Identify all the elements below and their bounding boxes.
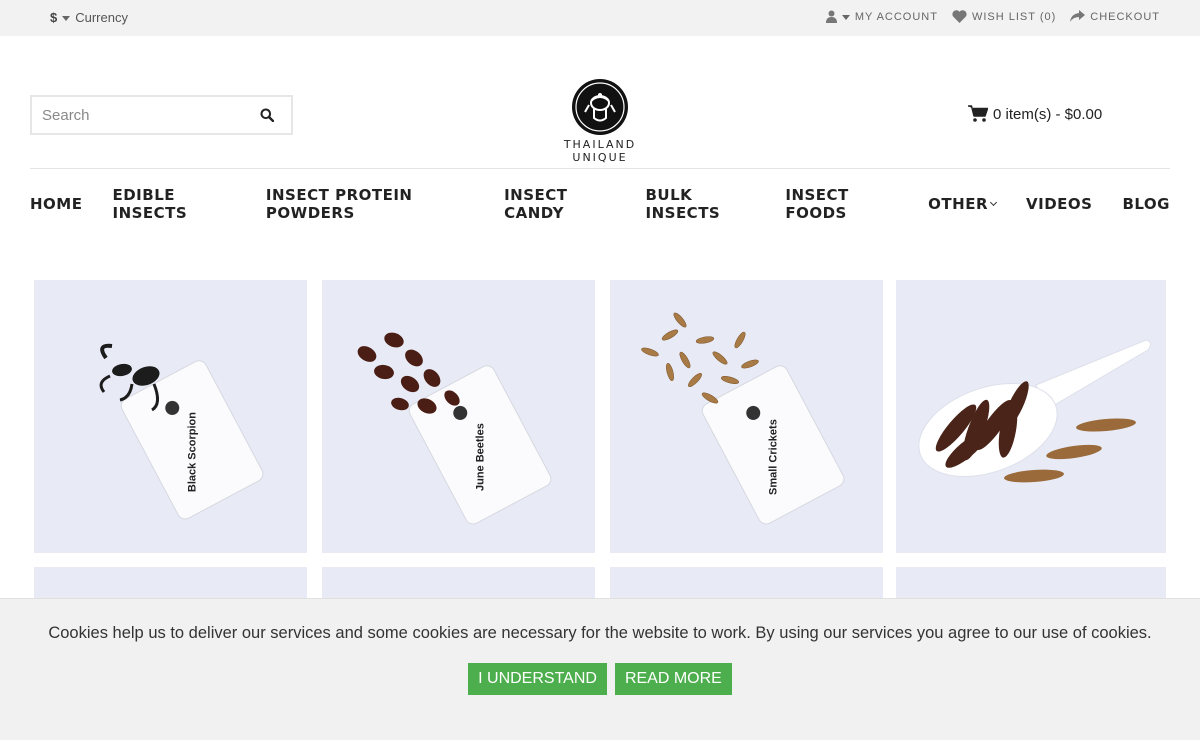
product-image-small-crickets: Small Crickets — [641, 312, 845, 525]
nav-blog[interactable]: BLOG — [1122, 190, 1170, 218]
currency-label: Currency — [75, 10, 128, 25]
nav-home[interactable]: HOME — [30, 190, 82, 218]
checkout-link[interactable]: Checkout — [1070, 10, 1160, 23]
read-more-button[interactable]: READ MORE — [614, 663, 732, 695]
checkout-label: Checkout — [1090, 10, 1160, 23]
cart-label: 0 item(s) - $0.00 — [993, 105, 1103, 123]
heart-icon — [952, 10, 967, 23]
top-bar: $ Currency My Account Wish List (0) Chec… — [0, 0, 1200, 36]
site-logo[interactable]: THAILAND UNIQUE — [535, 78, 665, 164]
accept-cookies-button[interactable]: I UNDERSTAND — [468, 663, 607, 695]
pack-label: Small Crickets — [768, 419, 780, 495]
product-image-black-scorpion: Black Scorpion — [99, 343, 264, 520]
search-button[interactable] — [247, 98, 287, 132]
nav-label: INSECT CANDY — [504, 186, 568, 222]
pack-label: June Beetles — [475, 423, 487, 491]
my-account-label: My Account — [854, 10, 938, 23]
cookie-buttons: I UNDERSTAND READ MORE — [0, 663, 1200, 695]
logo-text: THAILAND UNIQUE — [563, 138, 637, 164]
pack-label: Black Scorpion — [187, 412, 199, 492]
currency-symbol: $ — [50, 10, 58, 25]
product-image-chocolate-insects — [918, 339, 1152, 483]
nav-insect-foods[interactable]: INSECT FOODS — [785, 186, 898, 222]
nav-bulk-insects[interactable]: BULK INSECTS — [646, 186, 756, 222]
chevron-down-icon — [989, 198, 998, 206]
cookie-banner: Cookies help us to deliver our services … — [0, 598, 1200, 740]
nav-label: HOME — [30, 195, 83, 213]
search-icon — [260, 108, 274, 122]
nav-label: INSECT FOODS — [785, 186, 849, 222]
cookie-message: Cookies help us to deliver our services … — [48, 624, 1152, 642]
nav-videos[interactable]: VIDEOS — [1026, 190, 1092, 218]
product-tile[interactable]: June Beetles — [322, 280, 595, 553]
user-icon — [825, 10, 837, 23]
search-input[interactable] — [32, 98, 247, 132]
product-tile[interactable]: Small Crickets — [610, 280, 883, 553]
nav-label: INSECT PROTEIN POWDERS — [265, 186, 413, 222]
wish-list-link[interactable]: Wish List (0) — [952, 10, 1056, 23]
product-tile[interactable]: Black Scorpion — [34, 280, 307, 553]
nav-label: OTHER — [928, 195, 988, 213]
nav-insect-candy[interactable]: INSECT CANDY — [504, 186, 615, 222]
wish-list-label: Wish List (0) — [971, 10, 1057, 23]
beetle-logo-icon — [572, 79, 628, 135]
header-divider — [30, 168, 1170, 169]
top-links: My Account Wish List (0) Checkout — [825, 10, 1160, 23]
nav-label: BULK INSECTS — [645, 186, 721, 222]
nav-label: EDIBLE INSECTS — [112, 186, 188, 222]
nav-label: BLOG — [1122, 195, 1170, 213]
caret-down-icon — [841, 14, 850, 20]
main-nav: HOME EDIBLE INSECTS INSECT PROTEIN POWDE… — [30, 186, 1170, 222]
nav-label: VIDEOS — [1026, 195, 1093, 213]
nav-other[interactable]: OTHER — [928, 190, 998, 218]
caret-down-icon — [62, 15, 71, 21]
cart-button[interactable]: 0 item(s) - $0.00 — [968, 105, 1102, 123]
share-icon — [1070, 10, 1086, 22]
currency-selector[interactable]: $ Currency — [50, 10, 128, 25]
shopping-cart-icon — [968, 105, 988, 122]
nav-edible-insects[interactable]: EDIBLE INSECTS — [112, 186, 235, 222]
nav-insect-protein-powders[interactable]: INSECT PROTEIN POWDERS — [266, 186, 474, 222]
product-tile[interactable] — [896, 280, 1166, 553]
search-box — [30, 95, 293, 135]
my-account-link[interactable]: My Account — [825, 10, 938, 23]
product-image-june-beetles: June Beetles — [357, 332, 552, 525]
